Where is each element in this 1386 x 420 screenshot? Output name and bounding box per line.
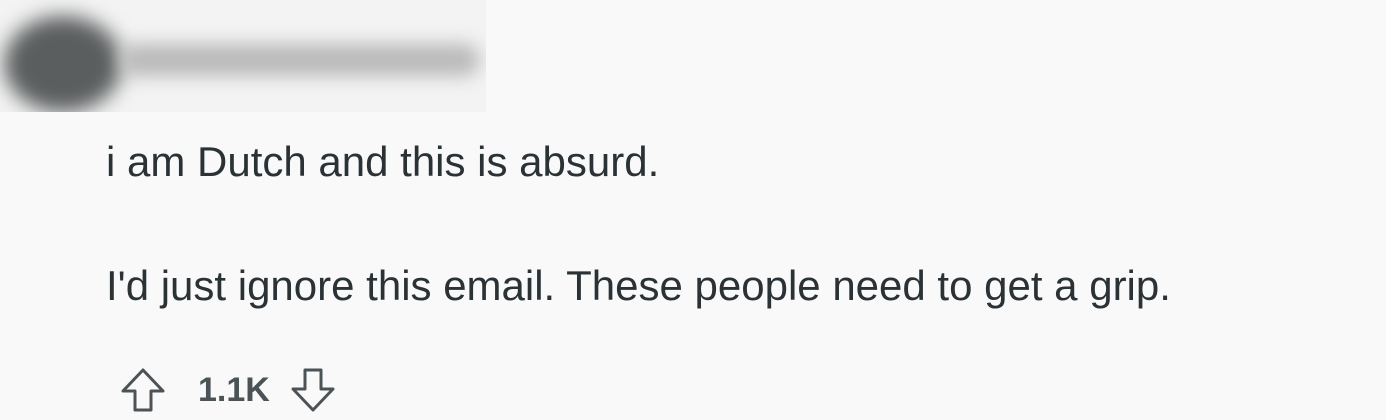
upvote-button[interactable] xyxy=(116,363,170,417)
comment: i am Dutch and this is absurd. I'd just … xyxy=(0,0,1386,420)
vote-score: 1.1K xyxy=(198,370,270,409)
redacted-comment-header xyxy=(0,0,486,112)
comment-body: i am Dutch and this is absurd. I'd just … xyxy=(106,134,1171,314)
comment-actions: 1.1K xyxy=(116,360,340,420)
arrow-up-outline-icon xyxy=(121,368,165,412)
username-redacted[interactable] xyxy=(120,44,480,76)
arrow-down-outline-icon xyxy=(291,368,335,412)
comment-paragraph: i am Dutch and this is absurd. xyxy=(106,138,660,185)
comment-paragraph: I'd just ignore this email. These people… xyxy=(106,262,1171,309)
avatar[interactable] xyxy=(4,16,122,112)
downvote-button[interactable] xyxy=(286,363,340,417)
